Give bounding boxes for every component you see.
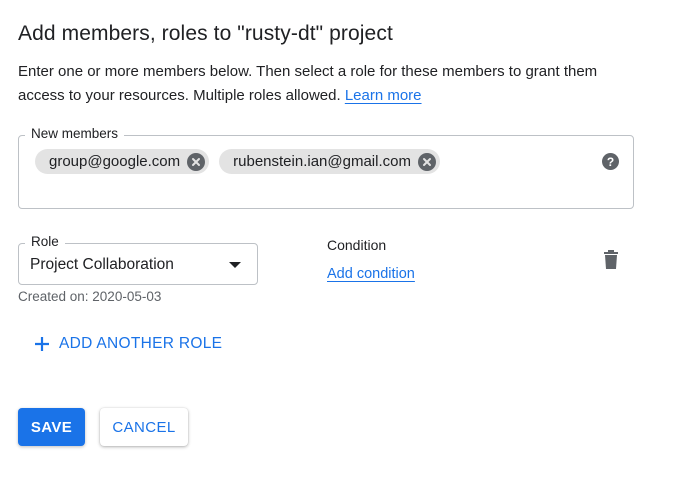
member-chip-label: group@google.com <box>49 153 181 170</box>
dialog-description: Enter one or more members below. Then se… <box>18 60 638 108</box>
member-chip-label: rubenstein.ian@gmail.com <box>233 153 411 170</box>
description-text: Enter one or more members below. Then se… <box>18 63 598 104</box>
role-value: Project Collaboration <box>30 256 174 273</box>
help-icon[interactable]: ? <box>602 153 619 170</box>
member-chip[interactable]: rubenstein.ian@gmail.com <box>219 149 440 174</box>
add-another-role-button[interactable]: ADD ANOTHER ROLE <box>34 335 222 353</box>
new-members-label: New members <box>25 126 125 141</box>
dropdown-arrow-icon <box>229 262 241 268</box>
save-button[interactable]: SAVE <box>18 408 85 446</box>
condition-label: Condition <box>327 237 387 253</box>
remove-chip-icon[interactable] <box>417 152 436 171</box>
cancel-button[interactable]: CANCEL <box>100 408 188 446</box>
remove-chip-icon[interactable] <box>187 152 206 171</box>
role-label: Role <box>25 234 65 249</box>
add-another-role-label: ADD ANOTHER ROLE <box>59 335 223 352</box>
dialog-title: Add members, roles to "rusty-dt" project <box>18 22 393 45</box>
plus-icon <box>35 337 49 351</box>
member-chips: group@google.com rubenstein.ian@gmail.co… <box>35 149 440 174</box>
role-select[interactable]: Role Project Collaboration <box>18 234 258 285</box>
delete-icon[interactable] <box>603 250 619 270</box>
learn-more-link[interactable]: Learn more <box>345 87 422 104</box>
member-chip[interactable]: group@google.com <box>35 149 210 174</box>
new-members-field[interactable]: New members group@google.com rubenstein.… <box>18 126 634 209</box>
role-created-date: Created on: 2020-05-03 <box>18 289 162 304</box>
add-condition-link[interactable]: Add condition <box>327 266 415 282</box>
